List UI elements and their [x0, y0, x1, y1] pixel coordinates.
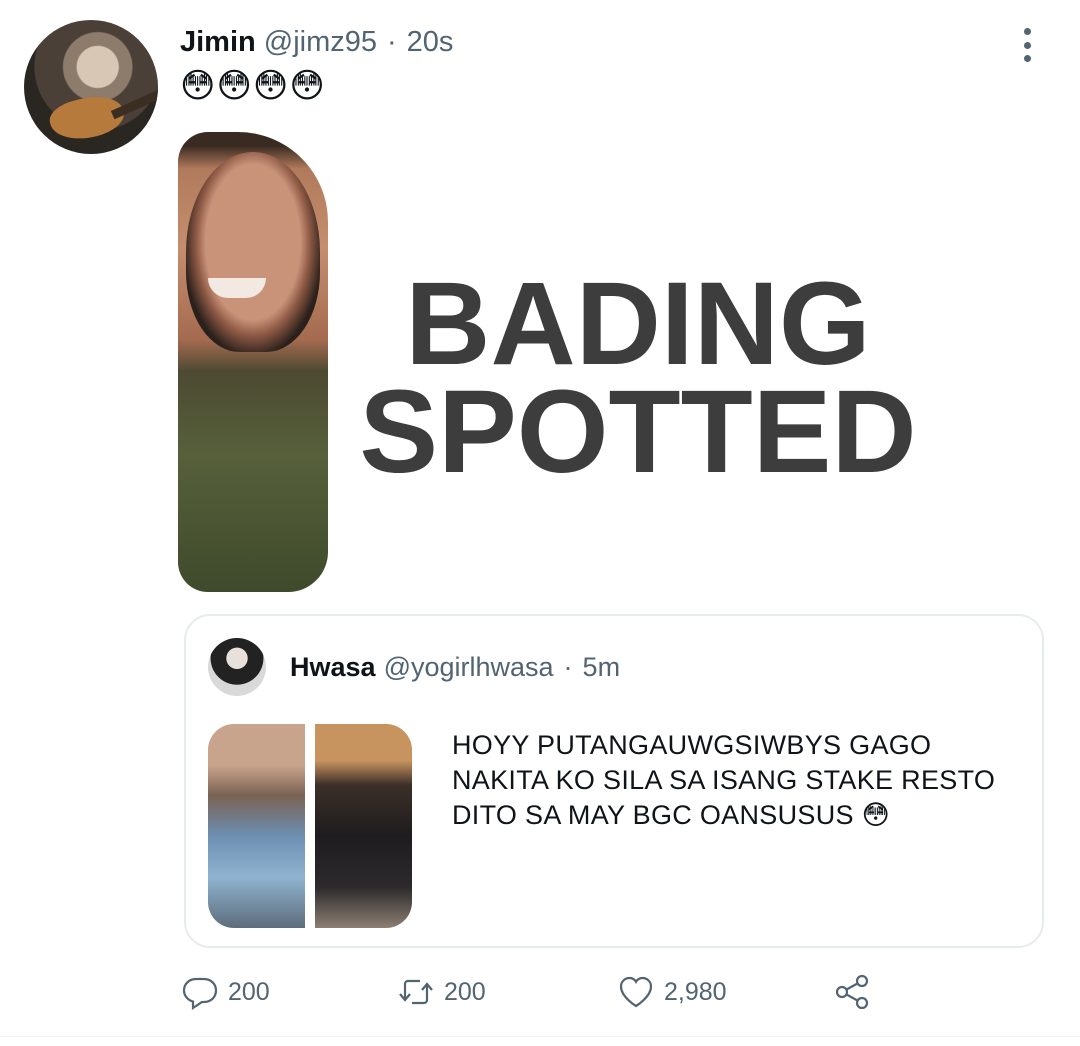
reply-count: 200 [228, 977, 270, 1006]
tweet-image[interactable]: BADING SPOTTED [178, 132, 938, 592]
quoted-avatar[interactable] [208, 638, 266, 696]
more-options-icon[interactable] [1012, 28, 1042, 62]
separator-dot: · [387, 26, 397, 58]
display-name[interactable]: Jimin [180, 26, 256, 59]
person-photo [178, 132, 328, 592]
like-count: 2,980 [664, 977, 727, 1006]
quoted-separator-dot: · [563, 652, 573, 682]
share-icon [835, 974, 869, 1010]
retweet-button[interactable]: 200 [396, 970, 486, 1014]
meme-line-2: SPOTTED [359, 366, 917, 498]
like-button[interactable]: 2,980 [616, 970, 727, 1014]
avatar[interactable] [24, 20, 158, 154]
tweet-header: Jimin @jimz95 · 20s [180, 26, 453, 66]
retweet-icon [399, 979, 433, 1005]
retweet-count: 200 [444, 977, 486, 1006]
like-icon [619, 976, 653, 1008]
quoted-handle[interactable]: @yogirlhwasa [384, 652, 554, 683]
quoted-photo-left[interactable] [208, 724, 305, 928]
reply-button[interactable]: 200 [180, 970, 270, 1014]
quoted-photo-right[interactable] [315, 724, 412, 928]
face-graphic [186, 152, 320, 352]
divider [0, 1036, 1080, 1037]
quoted-header: Hwasa @yogirlhwasa · 5m [290, 652, 620, 683]
quoted-timestamp[interactable]: 5m [583, 652, 621, 683]
tweet-actions: 200 200 2,980 [180, 970, 900, 1014]
timestamp[interactable]: 20s [407, 26, 454, 59]
reply-icon [182, 977, 218, 1011]
quoted-display-name[interactable]: Hwasa [290, 652, 376, 683]
meme-line-1: BADING [405, 258, 871, 390]
quoted-media[interactable] [208, 724, 412, 928]
tweet-text: 😳😳😳😳 [180, 67, 326, 105]
share-button[interactable] [832, 970, 872, 1014]
tweet[interactable]: Jimin @jimz95 · 20s 😳😳😳😳 BADING SPOTTED … [0, 0, 1080, 1046]
quoted-tweet[interactable]: Hwasa @yogirlhwasa · 5m HOYY PUTANGAUWGS… [184, 614, 1044, 948]
meme-caption: BADING SPOTTED [338, 258, 938, 498]
user-handle[interactable]: @jimz95 [264, 26, 377, 59]
quoted-text: HOYY PUTANGAUWGSIWBYS GAGO NAKITA KO SIL… [452, 730, 996, 830]
